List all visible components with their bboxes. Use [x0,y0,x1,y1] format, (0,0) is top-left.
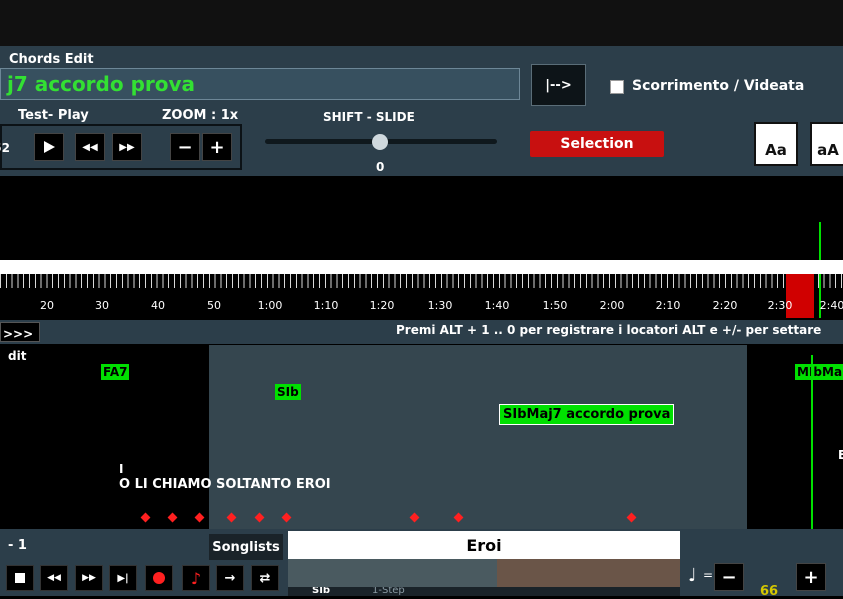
arrow-right-icon: → [224,570,236,586]
ruler-label: 2:30 [767,299,793,312]
minus-icon: − [177,136,193,158]
skip-end-button[interactable]: ▶| [109,565,137,591]
ruler-label: 40 [151,299,165,312]
zoom-out-button[interactable]: − [170,133,200,161]
ruler-strip [0,260,843,274]
right-lyric-letter: E [838,448,843,462]
ruler-label: 2:10 [655,299,681,312]
ruler-label: 1:20 [369,299,395,312]
ruler-label: 2:00 [599,299,625,312]
play-icon [44,141,55,153]
rewind-icon-bottom: ◀◀ [47,573,61,583]
tempo-up-button[interactable]: + [796,563,826,591]
chords-edit-label: Chords Edit [9,52,94,67]
edit-playhead [811,355,813,529]
skip-end-icon: ▶| [117,572,129,584]
plus-icon: + [209,136,225,158]
ruler-label: 20 [40,299,54,312]
playhead-line [819,222,821,260]
font-size-button-2[interactable]: aA [810,122,843,166]
tempo-value: 66 [760,584,779,599]
chord-tag-fa7[interactable]: FA7 [101,364,130,380]
zoom-in-button[interactable]: + [202,133,232,161]
lyric-marker: I [119,462,124,476]
rewind-button[interactable]: ◀◀ [75,133,105,161]
record-button[interactable] [145,565,173,591]
minus-icon-tempo: − [721,566,737,588]
scroll-checkbox[interactable] [610,80,624,94]
repeat-icon: ⇄ [259,570,271,586]
ruler-label: 1:40 [484,299,510,312]
song-progress[interactable] [288,559,680,587]
expand-button[interactable]: >>> [0,322,40,342]
songlists-button[interactable]: Songlists [209,534,283,560]
ruler-label: 1:10 [313,299,339,312]
song-title: Eroi [466,535,502,555]
forward-button[interactable]: ▶▶ [112,133,142,161]
chord-strip-step1: 1-Step [372,587,405,596]
goto-button[interactable]: |--> [531,64,586,106]
rewind-bottom-button[interactable]: ◀◀ [40,565,68,591]
plus-icon-tempo: + [803,566,819,588]
chord-name-input[interactable]: j7 accordo prova [0,68,520,100]
note-button[interactable]: ♪ [182,565,210,591]
equals-icon: = [703,568,714,582]
fast-forward-icon-bottom: ▶▶ [82,573,96,583]
scroll-checkbox-label: Scorrimento / Videata [632,78,805,94]
selection-region[interactable] [209,345,747,529]
play-button[interactable] [34,133,64,161]
fast-forward-icon: ▶▶ [119,141,135,153]
stop-button[interactable] [6,565,34,591]
stop-icon [15,573,25,583]
zoom-label: ZOOM : 1x [162,108,239,123]
ruler-label: 30 [95,299,109,312]
edit-area-label: dit [8,349,27,363]
song-title-field[interactable]: Eroi [288,531,680,559]
ruler-label: 2:20 [712,299,738,312]
chord-tag-sib[interactable]: SIb [275,384,301,400]
ruler-label: 1:30 [427,299,453,312]
songlists-label: Songlists [212,539,280,555]
font-size-button-1[interactable]: Aa [754,122,798,166]
shift-slider-knob[interactable] [372,134,388,150]
chord-strip[interactable]: SIb 1-Step [288,587,680,596]
chord-tag-sibmaj7[interactable]: SIbMaj7 accordo prova [499,404,675,425]
title-bar [0,0,843,46]
progress-fill [497,559,680,587]
tempo-down-button[interactable]: − [714,563,744,591]
repeat-button[interactable]: ⇄ [251,565,279,591]
track-label: - 1 [8,538,27,553]
metronome-icon: ♩ [688,565,697,586]
ruler-label: 1:00 [257,299,283,312]
arrow-right-button[interactable]: → [216,565,244,591]
chord-tag-mibmaj[interactable]: MIbMa [795,364,843,380]
test-play-label: Test- Play [18,108,89,123]
forward-bottom-button[interactable]: ▶▶ [75,565,103,591]
music-note-icon: ♪ [190,568,202,588]
counter-value: 52 [0,141,10,155]
record-icon [153,572,165,584]
preview-area [0,176,843,260]
ruler-label: 1:50 [542,299,568,312]
rewind-icon: ◀◀ [82,141,98,153]
ruler-label: 50 [207,299,221,312]
chord-strip-first: SIb [312,587,331,596]
hint-text: Premi ALT + 1 .. 0 per registrare i loca… [396,323,822,337]
shift-slide-label: SHIFT - SLIDE [323,110,415,124]
ruler-ticks [0,274,843,288]
shift-value: 0 [376,160,385,174]
expand-label: >>> [3,327,34,341]
lyric-line[interactable]: O LI CHIAMO SOLTANTO EROI [119,477,331,492]
selection-button[interactable]: Selection [530,131,664,157]
ruler-label: 2:40 [819,299,843,312]
